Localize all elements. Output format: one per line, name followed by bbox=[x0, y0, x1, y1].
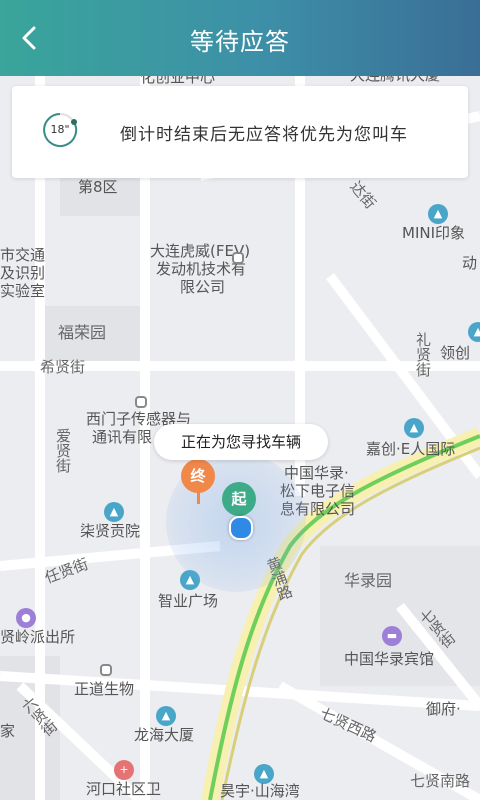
poi-label: 智业广场 bbox=[158, 592, 219, 610]
poi-label: 贤岭派出所 bbox=[0, 628, 76, 646]
countdown-value: 18" bbox=[50, 123, 70, 136]
poi-label: 正道生物 bbox=[74, 680, 135, 698]
end-pin-icon[interactable]: 终 bbox=[181, 459, 215, 493]
area-label: 福荣园 bbox=[58, 323, 107, 342]
poi-label: 中国华录宾馆 bbox=[344, 650, 435, 668]
wait-message: 倒计时结束后无应答将优先为您叫车 bbox=[120, 125, 408, 145]
building-icon: ▲ bbox=[404, 418, 424, 438]
poi-label: 昊宇·山海湾 bbox=[220, 782, 300, 800]
poi-label: 领创 bbox=[440, 344, 471, 362]
poi-label: 实验室 bbox=[0, 282, 46, 300]
police-icon: ● bbox=[16, 608, 36, 628]
map-label: 动 bbox=[462, 254, 478, 272]
poi-label: MINI印象 bbox=[402, 224, 466, 242]
poi-label: 河口社区卫 bbox=[86, 780, 162, 798]
road-label: 希贤街 bbox=[40, 358, 86, 376]
poi-dot-icon bbox=[100, 664, 112, 676]
map-label: 御府· bbox=[426, 700, 461, 718]
building-icon: ▲ bbox=[104, 502, 124, 522]
poi-dot-icon bbox=[135, 396, 147, 408]
poi-label: 市交通 bbox=[0, 246, 46, 264]
map-label: 第8区 bbox=[78, 178, 118, 196]
page-title: 等待应答 bbox=[190, 28, 290, 56]
status-bubble: 正在为您寻找车辆 bbox=[154, 424, 328, 460]
area-label: 华录园 bbox=[344, 571, 393, 590]
poi-label: 中国华录· bbox=[284, 464, 349, 482]
poi-label: 嘉创·E人国际 bbox=[366, 440, 456, 458]
road-label: 爱贤街 bbox=[54, 428, 72, 473]
header-bar: 等待应答 bbox=[0, 0, 480, 76]
current-location-icon bbox=[229, 516, 253, 540]
poi-label: 柒贤贡院 bbox=[80, 522, 141, 540]
map-label: 家 bbox=[0, 722, 16, 740]
road-label: 礼贤街 bbox=[414, 332, 432, 377]
building-icon: ▲ bbox=[156, 706, 176, 726]
hospital-icon: + bbox=[114, 760, 134, 780]
poi-label: 龙海大厦 bbox=[134, 726, 195, 744]
poi-label: 通讯有限 bbox=[92, 428, 153, 446]
poi-dot-icon bbox=[232, 252, 244, 264]
map-label: 化创业中心 bbox=[140, 76, 216, 86]
end-pin-stem bbox=[197, 492, 200, 504]
poi-label: 及识别 bbox=[0, 264, 46, 282]
building-icon: ▲ bbox=[428, 204, 448, 224]
start-pin-icon[interactable]: 起 bbox=[222, 482, 256, 516]
building-icon: ▲ bbox=[254, 764, 274, 784]
map-label: 大连腾讯大厦 bbox=[350, 76, 440, 84]
hotel-icon: ▬ bbox=[382, 626, 402, 646]
poi-label: 限公司 bbox=[180, 278, 226, 296]
road-label: 七贤南路 bbox=[410, 772, 471, 790]
wait-banner: 18" 倒计时结束后无应答将优先为您叫车 bbox=[12, 86, 468, 178]
